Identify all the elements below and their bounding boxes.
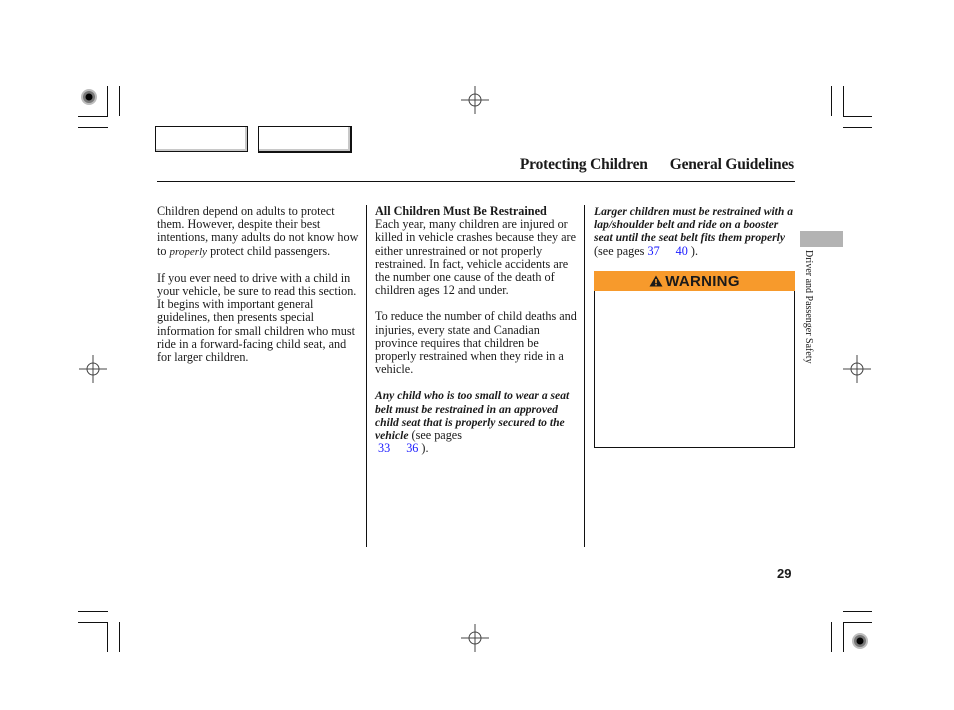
- crop-mark: [831, 622, 832, 652]
- crop-mark: [107, 86, 108, 116]
- emphasis-text: Larger children must be restrained with …: [594, 205, 794, 245]
- crosshair-icon: [461, 624, 489, 656]
- page-number: 29: [777, 566, 792, 581]
- crop-mark: [843, 116, 872, 117]
- column-divider: [366, 205, 367, 547]
- registration-target-icon: [851, 632, 869, 654]
- previous-page-button[interactable]: [155, 126, 248, 152]
- crop-mark: [119, 622, 120, 652]
- subsection-title: General Guidelines: [669, 156, 794, 173]
- crop-mark: [843, 127, 872, 128]
- warning-box: [594, 271, 795, 448]
- crop-mark: [843, 622, 844, 652]
- crop-mark: [843, 86, 844, 116]
- column-1: Children depend on adults to protect the…: [157, 204, 362, 377]
- crop-mark: [831, 86, 832, 116]
- crop-mark: [119, 86, 120, 116]
- crop-mark: [843, 622, 872, 623]
- page-link-37[interactable]: 37: [647, 244, 659, 258]
- column-divider: [584, 205, 585, 547]
- crosshair-icon: [461, 86, 489, 118]
- crop-mark: [107, 622, 108, 652]
- intro-paragraph: Children depend on adults to protect the…: [157, 204, 359, 258]
- crop-mark: [843, 611, 872, 612]
- emphasis-text: Any child who is too small to wear a sea…: [375, 389, 570, 443]
- crop-mark: [78, 127, 108, 128]
- crosshair-icon: [843, 355, 871, 387]
- crop-mark: [78, 622, 108, 623]
- warning-label: WARNING: [665, 272, 740, 290]
- law-paragraph: To reduce the number of child deaths and…: [375, 309, 577, 377]
- warning-header: WARNING: [594, 271, 795, 291]
- crosshair-icon: [79, 355, 107, 387]
- page-link-33[interactable]: 33: [378, 441, 390, 455]
- page-header: Protecting Children General Guidelines: [520, 156, 794, 174]
- warning-triangle-icon: [649, 275, 663, 287]
- section-title: Protecting Children: [519, 156, 648, 173]
- chapter-label: Driver and Passenger Safety: [803, 250, 814, 364]
- column-2: All Children Must Be Restrained Each year…: [375, 204, 580, 468]
- registration-target-icon: [80, 88, 98, 110]
- column-3: Larger children must be restrained with …: [594, 205, 799, 271]
- larger-child-paragraph: Larger children must be restrained with …: [594, 205, 794, 258]
- guidance-paragraph: If you ever need to drive with a child i…: [157, 270, 357, 365]
- page-link-36[interactable]: 36: [406, 441, 418, 455]
- next-page-button[interactable]: [258, 126, 352, 153]
- header-rule: [157, 181, 795, 182]
- restraint-paragraph: All Children Must Be Restrained Each year…: [375, 204, 580, 297]
- emphasis-text: properly: [169, 245, 208, 258]
- page-link-40[interactable]: 40: [676, 244, 688, 258]
- chapter-tab[interactable]: [800, 231, 843, 247]
- crop-mark: [78, 611, 108, 612]
- crop-mark: [78, 116, 108, 117]
- small-child-paragraph: Any child who is too small to wear a sea…: [375, 389, 570, 456]
